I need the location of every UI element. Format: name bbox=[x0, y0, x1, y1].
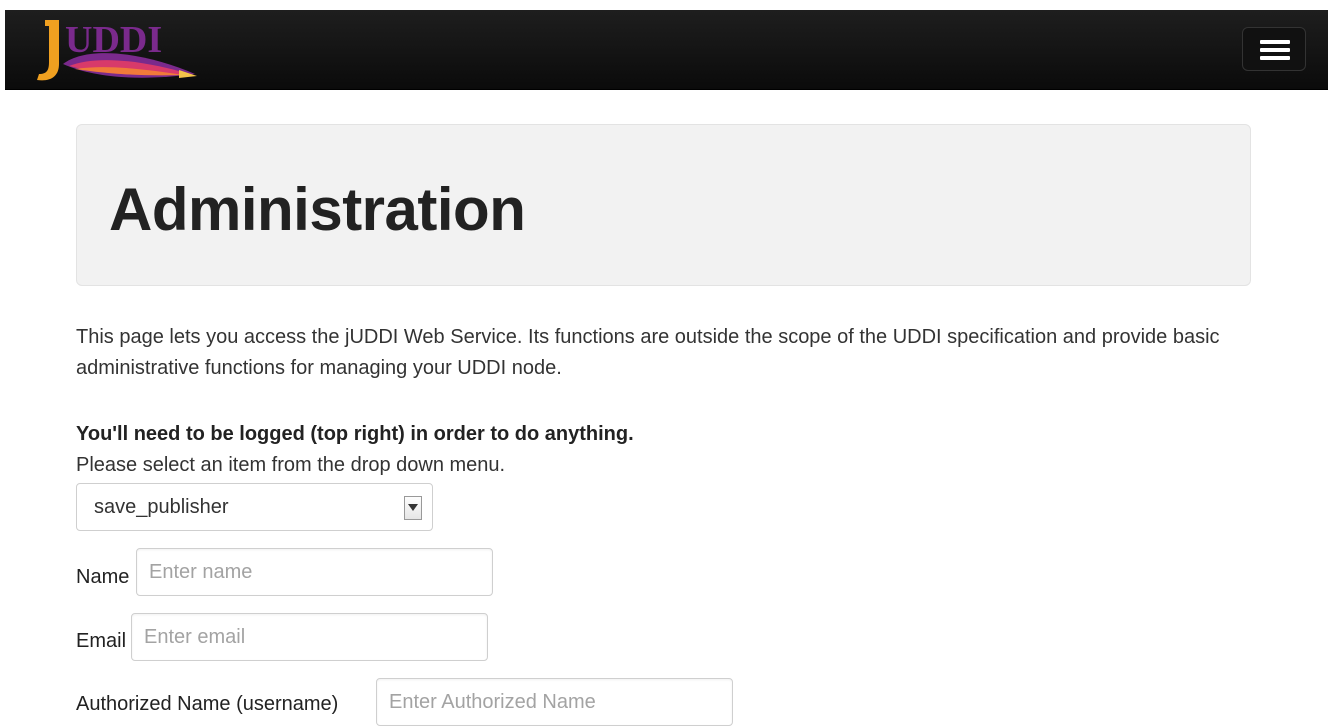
navbar: UDDI bbox=[5, 10, 1328, 90]
authorized-name-input[interactable] bbox=[376, 678, 733, 726]
name-label: Name bbox=[76, 566, 130, 588]
authorized-name-label: Authorized Name (username) bbox=[76, 693, 339, 715]
juddi-logo[interactable]: UDDI bbox=[29, 14, 209, 86]
intro-text: This page lets you access the jUDDI Web … bbox=[76, 326, 1220, 379]
email-label: Email bbox=[76, 630, 127, 652]
top-bar: UDDI bbox=[0, 0, 1328, 95]
svg-text:UDDI: UDDI bbox=[65, 19, 162, 61]
name-input[interactable] bbox=[136, 548, 493, 596]
select-instruction: Please select an item from the drop down… bbox=[76, 454, 506, 476]
hero-panel: Administration bbox=[76, 124, 1251, 286]
menu-toggle-button[interactable] bbox=[1242, 27, 1306, 71]
email-input[interactable] bbox=[131, 613, 488, 661]
page-title: Administration bbox=[109, 176, 526, 243]
action-select[interactable]: save_publisher bbox=[76, 483, 433, 531]
action-select-value: save_publisher bbox=[94, 496, 229, 518]
chevron-down-icon[interactable] bbox=[404, 496, 422, 520]
login-warning: You'll need to be logged (top right) in … bbox=[76, 423, 634, 445]
